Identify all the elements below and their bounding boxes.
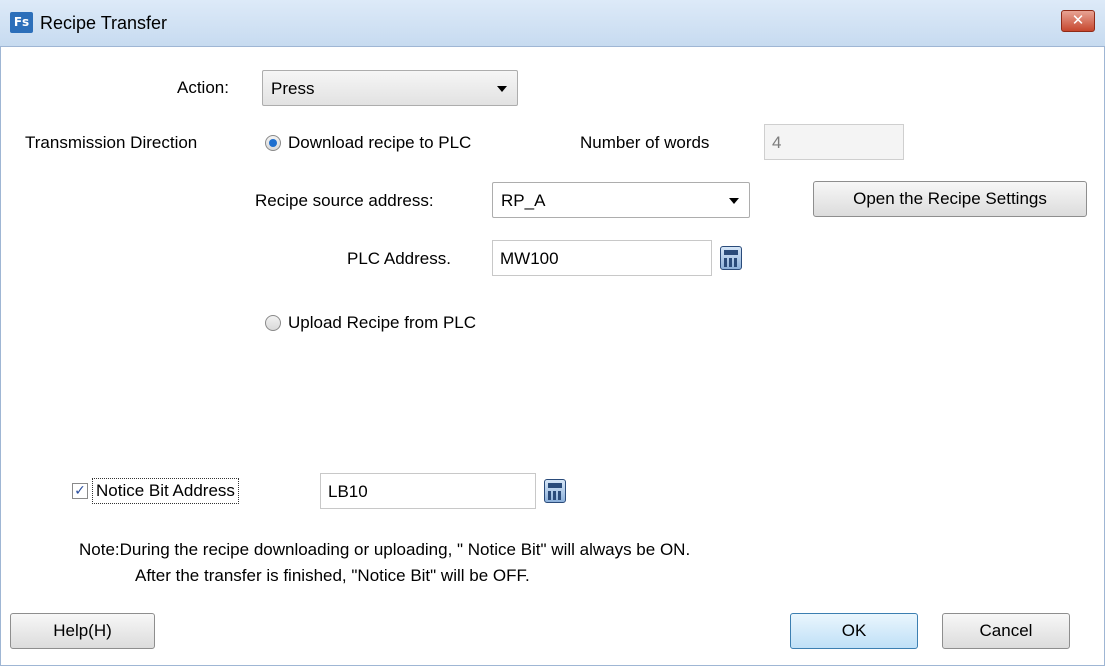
window-title: Recipe Transfer <box>40 13 168 33</box>
window-border-left <box>0 46 1 666</box>
action-label: Action: <box>177 78 229 97</box>
recipe-source-select[interactable]: RP_A <box>492 182 750 218</box>
chevron-down-icon <box>497 86 507 92</box>
ok-button[interactable]: OK <box>790 613 918 649</box>
number-of-words-field: 4 <box>764 124 904 160</box>
open-recipe-settings-button[interactable]: Open the Recipe Settings <box>813 181 1087 217</box>
number-of-words-value: 4 <box>772 133 782 152</box>
number-of-words-label: Number of words <box>580 133 710 152</box>
note-line-1: Note:During the recipe downloading or up… <box>79 540 691 559</box>
notice-bit-checkbox[interactable]: ✓ <box>72 483 88 499</box>
cancel-button[interactable]: Cancel <box>942 613 1070 649</box>
close-button[interactable]: ✕ <box>1061 10 1095 32</box>
transmission-direction-label: Transmission Direction <box>25 133 198 152</box>
download-radio[interactable] <box>265 135 281 151</box>
plc-address-input[interactable]: MW100 <box>492 240 712 276</box>
recipe-source-value: RP_A <box>501 191 546 210</box>
plc-address-label: PLC Address. <box>347 249 451 268</box>
download-radio-label[interactable]: Download recipe to PLC <box>288 133 471 153</box>
calculator-icon[interactable] <box>544 479 566 503</box>
notice-bit-label[interactable]: Notice Bit Address <box>92 478 239 504</box>
app-icon: Fs <box>10 12 33 33</box>
action-select-value: Press <box>271 79 315 98</box>
help-button[interactable]: Help(H) <box>10 613 155 649</box>
note-line-2: After the transfer is finished, "Notice … <box>135 566 530 585</box>
close-icon: ✕ <box>1071 11 1085 29</box>
calculator-icon[interactable] <box>720 246 742 270</box>
plc-address-value: MW100 <box>500 249 559 268</box>
action-select[interactable]: Press <box>262 70 518 106</box>
chevron-down-icon <box>729 198 739 204</box>
notice-bit-address-value: LB10 <box>328 482 368 501</box>
upload-radio[interactable] <box>265 315 281 331</box>
recipe-source-label: Recipe source address: <box>255 191 434 210</box>
notice-bit-address-input[interactable]: LB10 <box>320 473 536 509</box>
upload-radio-label[interactable]: Upload Recipe from PLC <box>288 313 476 333</box>
